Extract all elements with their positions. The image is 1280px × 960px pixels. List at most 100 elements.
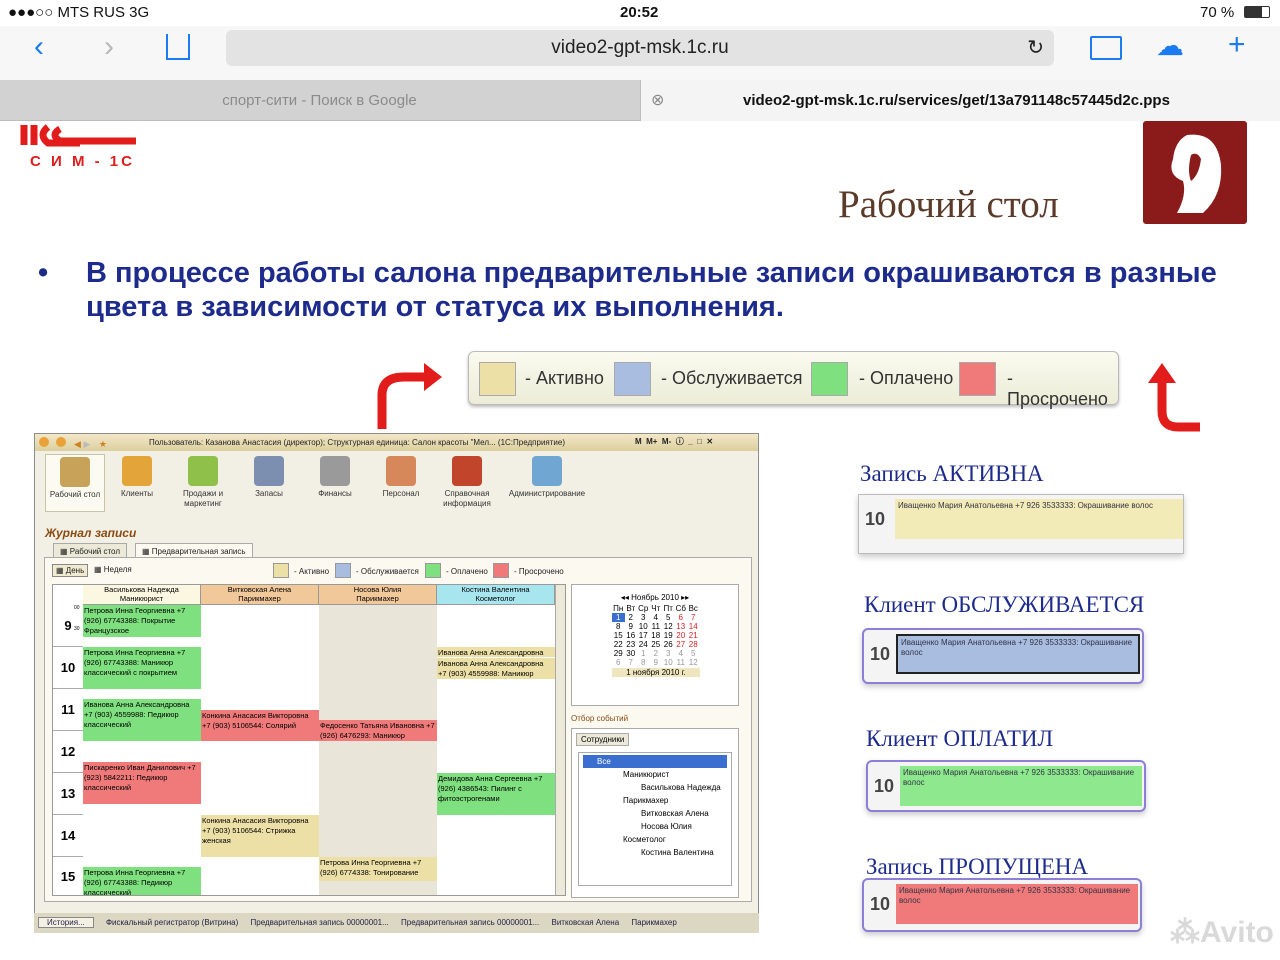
calendar-day[interactable]: 7 bbox=[625, 658, 638, 667]
tree-group[interactable]: Косметолог bbox=[583, 833, 727, 846]
calendar-day[interactable]: 27 bbox=[675, 640, 688, 649]
grid-scrollbar[interactable] bbox=[555, 585, 565, 895]
back-icon[interactable]: ‹ bbox=[34, 32, 44, 62]
calendar-day[interactable]: 16 bbox=[625, 631, 638, 640]
calendar-day[interactable]: 26 bbox=[662, 640, 675, 649]
share-icon[interactable] bbox=[166, 34, 190, 60]
calendar-day[interactable]: 21 bbox=[687, 631, 700, 640]
calendar-day[interactable]: 4 bbox=[675, 649, 688, 658]
appointment[interactable]: Петрова Инна Георгиевна +7 (926) 6774338… bbox=[83, 867, 201, 895]
appointment[interactable]: Петрова Инна Георгиевна +7 (926) 6774338… bbox=[83, 605, 201, 637]
taskbar-item[interactable]: Парикмахер bbox=[631, 918, 676, 927]
calendar-day[interactable]: 13 bbox=[675, 622, 688, 631]
tree-employee[interactable]: Носова Юлия bbox=[583, 820, 727, 833]
calendar-day[interactable]: 2 bbox=[650, 649, 663, 658]
minimize-icon[interactable]: _ bbox=[688, 437, 692, 446]
address-bar[interactable]: video2-gpt-msk.1c.ru ↻ bbox=[226, 30, 1054, 66]
calendar-day[interactable]: 18 bbox=[650, 631, 663, 640]
calendar-day[interactable]: 17 bbox=[637, 631, 650, 640]
calendar-day[interactable]: 5 bbox=[662, 613, 675, 622]
app-tools-icon[interactable] bbox=[55, 437, 66, 447]
section-staff[interactable]: Персонал bbox=[371, 456, 431, 499]
help-icon[interactable]: ⓘ bbox=[676, 437, 684, 446]
tab-google[interactable]: спорт-сити - Поиск в Google bbox=[0, 80, 639, 121]
calendar-day[interactable]: 30 bbox=[625, 649, 638, 658]
calendar-day[interactable]: 1 bbox=[637, 649, 650, 658]
calendar-day[interactable]: 1 bbox=[612, 613, 625, 622]
calendar-day[interactable]: 9 bbox=[625, 622, 638, 631]
icloud-icon[interactable]: ☁ bbox=[1156, 32, 1184, 60]
appointment[interactable]: Конкина Анасасия Викторовна +7 (903) 510… bbox=[201, 815, 319, 857]
calendar-day[interactable]: 28 bbox=[687, 640, 700, 649]
calendar-day[interactable]: 10 bbox=[637, 622, 650, 631]
calendar-day[interactable]: 6 bbox=[675, 613, 688, 622]
appointment[interactable]: Петрова Инна Георгиевна +7 (926) 6774338… bbox=[83, 647, 201, 689]
calendar-day[interactable]: 14 bbox=[687, 622, 700, 631]
new-tab-icon[interactable]: + bbox=[1228, 30, 1246, 60]
appointment[interactable]: Пискаренко Иван Данилович +7 (923) 58422… bbox=[83, 762, 201, 804]
taskbar-item[interactable]: Предварительная запись 00000001... bbox=[251, 918, 389, 927]
appointment[interactable]: Иванова Анна Александровна bbox=[437, 647, 555, 657]
calendar-selected[interactable]: 1 ноября 2010 г. bbox=[612, 668, 700, 677]
app-menu-icon[interactable] bbox=[39, 437, 49, 447]
calendar-day[interactable]: 2 bbox=[625, 613, 638, 622]
favorites-icon[interactable]: ★ bbox=[99, 439, 107, 449]
appointment[interactable]: Иванова Анна Александровна +7 (903) 4559… bbox=[437, 658, 555, 679]
forward-icon[interactable]: › bbox=[104, 32, 114, 62]
calendar-day[interactable]: 25 bbox=[650, 640, 663, 649]
tree-employee[interactable]: Василькова Надежда bbox=[583, 781, 727, 794]
tree-all[interactable]: Все bbox=[583, 755, 727, 768]
tab-desktop[interactable]: ▦ Рабочий стол bbox=[53, 543, 127, 558]
section-reference[interactable]: Справочная информация bbox=[437, 456, 497, 509]
calendar-day[interactable]: 19 bbox=[662, 631, 675, 640]
close-tab-icon[interactable]: ⊗ bbox=[651, 80, 664, 121]
section-admin[interactable]: Администрирование bbox=[505, 456, 589, 499]
taskbar-item[interactable]: Витковская Алена bbox=[552, 918, 620, 927]
nav-back-icon[interactable]: ◀ bbox=[74, 439, 81, 449]
calendar-day[interactable]: 29 bbox=[612, 649, 625, 658]
calendar-day[interactable]: 12 bbox=[662, 622, 675, 631]
calendar-day[interactable]: 11 bbox=[650, 622, 663, 631]
calendar-day[interactable]: 7 bbox=[687, 613, 700, 622]
section-clients[interactable]: Клиенты bbox=[107, 456, 167, 499]
calendar-day[interactable]: 10 bbox=[662, 658, 675, 667]
section-finance[interactable]: Финансы bbox=[305, 456, 365, 499]
close-icon[interactable]: ✕ bbox=[706, 437, 713, 446]
nav-forward-icon[interactable]: ▶ bbox=[83, 439, 90, 449]
tab-video[interactable]: ⊗ video2-gpt-msk.1c.ru/services/get/13a7… bbox=[640, 80, 1280, 121]
appointment[interactable]: Демидова Анна Сергеевна +7 (926) 4386543… bbox=[437, 773, 555, 815]
calendar-day[interactable]: 8 bbox=[637, 658, 650, 667]
tree-employee[interactable]: Костина Валентина bbox=[583, 846, 727, 859]
taskbar-item[interactable]: Фискальный регистратор (Витрина) bbox=[106, 918, 238, 927]
calendar-day[interactable]: 24 bbox=[637, 640, 650, 649]
calendar-day[interactable]: 23 bbox=[625, 640, 638, 649]
tree-employee[interactable]: Витковская Алена bbox=[583, 807, 727, 820]
calendar-day[interactable]: 9 bbox=[650, 658, 663, 667]
appointment[interactable]: Федосенко Татьяна Ивановна +7 (926) 6476… bbox=[319, 720, 437, 741]
reload-icon[interactable]: ↻ bbox=[1027, 30, 1044, 66]
day-button[interactable]: ▦ День bbox=[52, 564, 89, 577]
appointment[interactable]: Петрова Инна Георгиевна +7 (926) 6774338… bbox=[319, 857, 437, 881]
calendar-day[interactable]: 6 bbox=[612, 658, 625, 667]
tab-employees[interactable]: Сотрудники bbox=[576, 733, 630, 746]
tree-group[interactable]: Маникюрист bbox=[583, 768, 727, 781]
tab-booking[interactable]: ▦ Предварительная запись bbox=[135, 543, 253, 558]
calendar-day[interactable]: 8 bbox=[612, 622, 625, 631]
calendar-day[interactable]: 22 bbox=[612, 640, 625, 649]
appointment[interactable]: Конкина Анасасия Викторовна +7 (903) 510… bbox=[201, 710, 319, 741]
appointment[interactable]: Иванова Анна Александровна +7 (903) 4559… bbox=[83, 699, 201, 741]
section-desktop[interactable]: Рабочий стол bbox=[45, 454, 105, 512]
history-button[interactable]: История... bbox=[38, 917, 94, 928]
taskbar-item[interactable]: Предварительная запись 00000001... bbox=[401, 918, 539, 927]
calendar-day[interactable]: 11 bbox=[675, 658, 688, 667]
calendar-day[interactable]: 3 bbox=[637, 613, 650, 622]
bookmarks-icon[interactable] bbox=[1090, 36, 1122, 60]
week-button[interactable]: ▦ Неделя bbox=[94, 565, 132, 574]
memory-plus-button[interactable]: M+ bbox=[646, 437, 657, 446]
calendar-day[interactable]: 12 bbox=[687, 658, 700, 667]
next-month-icon[interactable]: ▸▸ bbox=[679, 593, 689, 602]
memory-minus-button[interactable]: M- bbox=[662, 437, 671, 446]
maximize-icon[interactable]: □ bbox=[697, 437, 702, 446]
memory-button[interactable]: M bbox=[635, 437, 642, 446]
tree-group[interactable]: Парикмахер bbox=[583, 794, 727, 807]
